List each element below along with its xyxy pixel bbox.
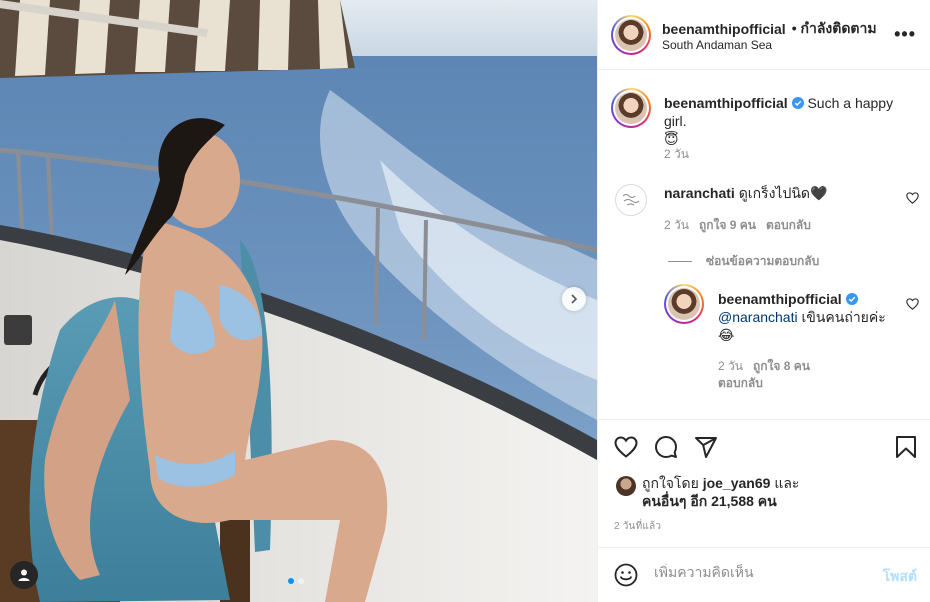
like-heart-icon[interactable] <box>614 436 638 458</box>
likes-summary: ถูกใจโดย joe_yan69 และ คนอื่นๆ อีก 21,58… <box>616 474 842 510</box>
caption-author-avatar[interactable] <box>611 88 651 128</box>
comment-bubble-icon[interactable] <box>654 435 678 459</box>
post-photo[interactable] <box>0 0 597 602</box>
carousel-dot <box>298 578 304 584</box>
author-username[interactable]: beenamthipofficial <box>662 21 786 37</box>
replies-line-divider <box>668 261 692 262</box>
post-actions: ถูกใจโดย joe_yan69 และ คนอื่นๆ อีก 21,58… <box>598 419 930 547</box>
likes-text: ถูกใจโดย joe_yan69 และ คนอื่นๆ อีก 21,58… <box>642 474 842 510</box>
hide-replies-toggle[interactable]: ซ่อนข้อความตอบกลับ <box>668 252 819 271</box>
carousel-indicator <box>288 578 304 584</box>
chevron-right-icon <box>571 294 578 304</box>
comment-like-heart-icon[interactable] <box>906 192 919 204</box>
post-comment-button[interactable]: โพสต์ <box>883 566 917 588</box>
liked-by-and: และ <box>774 475 800 491</box>
reply-author-avatar[interactable] <box>664 284 704 324</box>
caption: beenamthipofficial Such a happy girl. 😇 <box>664 94 919 148</box>
share-paper-plane-icon[interactable] <box>694 435 718 459</box>
post-side-panel: beenamthipofficial • กำลังติดตาม South A… <box>597 0 930 602</box>
reply-age[interactable]: 2 วัน <box>718 359 743 373</box>
reply-meta: 2 วัน ถูกใจ 8 คน ตอบกลับ <box>718 358 868 392</box>
verified-badge-icon <box>845 293 858 305</box>
caption-author-username[interactable]: beenamthipofficial <box>664 95 788 111</box>
add-comment-bar: โพสต์ <box>598 547 930 602</box>
post-header: beenamthipofficial • กำลังติดตาม South A… <box>598 0 930 70</box>
reply-reply-button[interactable]: ตอบกลับ <box>718 376 763 390</box>
follow-status[interactable]: • กำลังติดตาม <box>792 18 877 40</box>
likes-count-link[interactable]: คนอื่นๆ อีก 21,588 คน <box>642 493 777 509</box>
avatar-scribble-icon <box>622 194 640 206</box>
header-name-row: beenamthipofficial • กำลังติดตาม <box>662 18 877 40</box>
carousel-dot <box>288 578 294 584</box>
emoji-picker-icon[interactable] <box>614 563 638 587</box>
reply-body: beenamthipofficial @naranchati เขินคนถ่า… <box>718 290 908 344</box>
comment-input[interactable] <box>654 564 854 580</box>
comments-list: beenamthipofficial Such a happy girl. 😇 … <box>598 70 930 419</box>
author-avatar[interactable] <box>611 15 651 55</box>
carousel-next-button[interactable] <box>562 287 586 311</box>
hide-replies-label[interactable]: ซ่อนข้อความตอบกลับ <box>706 252 819 271</box>
reply-text: เขินคนถ่ายค่ะ <box>801 309 886 325</box>
save-bookmark-icon[interactable] <box>895 435 917 459</box>
reply-likes[interactable]: ถูกใจ 8 คน <box>753 359 810 373</box>
commenter-username[interactable]: naranchati <box>664 185 735 201</box>
comment-age[interactable]: 2 วัน <box>664 216 689 235</box>
liked-by-prefix: ถูกใจโดย <box>642 475 699 491</box>
commenter-avatar[interactable] <box>615 184 647 216</box>
photo-illustration <box>0 0 597 602</box>
user-icon <box>18 569 30 581</box>
verified-badge-icon <box>791 97 804 109</box>
comment-body: naranchati ดูเกร็งไปนิด🖤 <box>664 184 894 202</box>
reply-author-username[interactable]: beenamthipofficial <box>718 291 842 307</box>
post-location[interactable]: South Andaman Sea <box>662 38 772 52</box>
liker-avatar[interactable] <box>616 476 636 496</box>
tagged-users-button[interactable] <box>10 561 38 589</box>
reply-emoji: 😂 <box>718 327 735 343</box>
reply-mention-link[interactable]: @naranchati <box>718 309 798 325</box>
post-timestamp[interactable]: 2 วันที่แล้ว <box>614 519 661 534</box>
comment-likes[interactable]: ถูกใจ 9 คน <box>699 216 756 235</box>
caption-age[interactable]: 2 วัน <box>664 145 689 164</box>
comment-meta: 2 วัน ถูกใจ 9 คน ตอบกลับ <box>664 216 811 235</box>
comment-text: ดูเกร็งไปนิด🖤 <box>738 185 828 201</box>
reply-like-heart-icon[interactable] <box>906 298 919 310</box>
more-options-icon[interactable]: ••• <box>894 24 916 45</box>
comment-reply-button[interactable]: ตอบกลับ <box>766 216 811 235</box>
liker-username[interactable]: joe_yan69 <box>703 475 771 491</box>
